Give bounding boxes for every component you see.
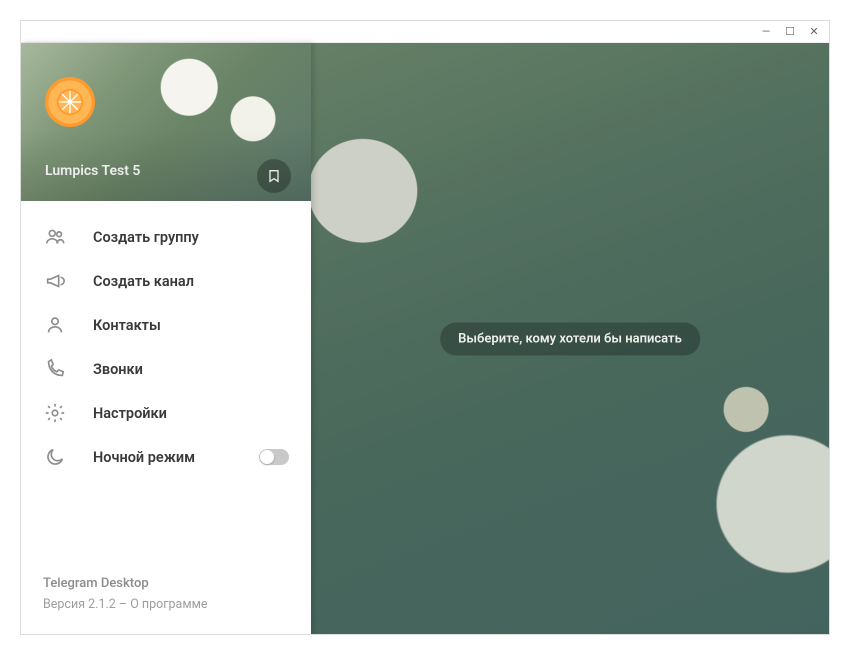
user-icon <box>43 313 67 337</box>
maximize-button[interactable]: ☐ <box>785 27 795 37</box>
side-menu-footer: Telegram Desktop Версия 2.1.2 – О програ… <box>21 558 311 634</box>
menu-item-night-mode[interactable]: Ночной режим <box>21 435 311 479</box>
gear-icon <box>43 401 67 425</box>
megaphone-icon <box>43 269 67 293</box>
menu-item-label: Контакты <box>93 317 161 334</box>
orange-slice-icon <box>55 87 85 117</box>
menu-item-label: Настройки <box>93 405 167 422</box>
window-titlebar: — ☐ ✕ <box>21 21 829 43</box>
profile-username[interactable]: Lumpics Test 5 <box>45 163 140 179</box>
close-button[interactable]: ✕ <box>809 27 819 37</box>
saved-messages-button[interactable] <box>257 159 291 193</box>
menu-item-label: Создать группу <box>93 229 199 246</box>
side-menu: Создать группу Создать канал Контакты <box>21 201 311 558</box>
profile-header: Lumpics Test 5 <box>21 43 311 201</box>
app-name: Telegram Desktop <box>43 574 289 594</box>
menu-item-settings[interactable]: Настройки <box>21 391 311 435</box>
app-window: — ☐ ✕ <box>20 20 830 635</box>
people-icon <box>43 225 67 249</box>
menu-item-new-channel[interactable]: Создать канал <box>21 259 311 303</box>
night-mode-toggle[interactable] <box>259 449 289 465</box>
menu-item-calls[interactable]: Звонки <box>21 347 311 391</box>
chat-area: Выберите, кому хотели бы написать <box>311 43 829 634</box>
bookmark-icon <box>266 168 282 184</box>
empty-hint: Выберите, кому хотели бы написать <box>440 322 700 355</box>
phone-icon <box>43 357 67 381</box>
minimize-button[interactable]: — <box>761 27 771 37</box>
menu-item-label: Создать канал <box>93 273 194 290</box>
menu-item-contacts[interactable]: Контакты <box>21 303 311 347</box>
side-menu-panel: Lumpics Test 5 Создать группу <box>21 43 311 634</box>
menu-item-label: Ночной режим <box>93 449 195 466</box>
menu-item-new-group[interactable]: Создать группу <box>21 215 311 259</box>
version-line[interactable]: Версия 2.1.2 – О программе <box>43 595 289 614</box>
menu-item-label: Звонки <box>93 361 143 378</box>
avatar[interactable] <box>45 77 95 127</box>
moon-icon <box>43 445 67 469</box>
